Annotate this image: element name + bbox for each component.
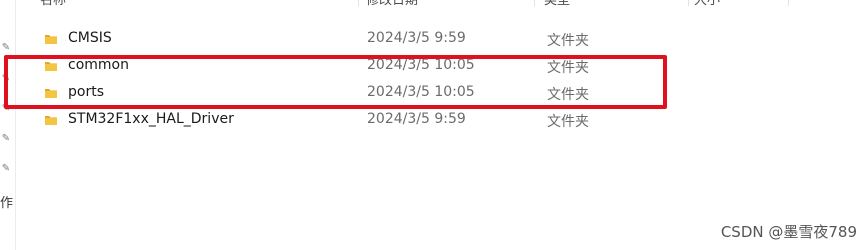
file-row-cmsis[interactable]: CMSIS 2024/3/5 9:59 文件夹 [18, 26, 798, 53]
column-divider[interactable] [688, 0, 689, 6]
folder-icon [45, 116, 57, 125]
file-date-modified: 2024/3/5 9:59 [367, 111, 466, 127]
file-explorer-window: ✎ ✎ ✎ ✎ ✎ 作 名称 修改日期 类型 大小 CMSIS 2024/3/5… [0, 0, 867, 250]
pin-icon[interactable]: ✎ [0, 42, 12, 54]
column-divider[interactable] [788, 0, 789, 6]
annotation-highlight-box [4, 55, 667, 109]
file-date-modified: 2024/3/5 9:59 [367, 30, 466, 46]
column-divider[interactable] [534, 0, 535, 6]
file-type: 文件夹 [547, 114, 589, 130]
folder-icon [45, 35, 57, 44]
column-header-type[interactable]: 类型 [544, 0, 570, 13]
quick-access-strip: ✎ ✎ ✎ ✎ ✎ 作 [0, 0, 16, 250]
file-name: CMSIS [68, 30, 112, 46]
file-name: STM32F1xx_HAL_Driver [68, 111, 234, 127]
watermark-text: CSDN @墨雪夜789 [720, 223, 857, 241]
pin-icon[interactable]: ✎ [0, 163, 12, 175]
column-divider[interactable] [358, 0, 359, 6]
file-type: 文件夹 [547, 33, 589, 49]
nav-item-partial-label[interactable]: 作 [0, 192, 18, 211]
pin-icon[interactable]: ✎ [0, 133, 12, 145]
file-row-stm32f1xx-hal-driver[interactable]: STM32F1xx_HAL_Driver 2024/3/5 9:59 文件夹 [18, 107, 798, 134]
column-header-size[interactable]: 大小 [694, 0, 720, 13]
column-header-date-modified[interactable]: 修改日期 [366, 0, 418, 13]
column-header-row: 名称 修改日期 类型 大小 [18, 0, 798, 13]
column-header-name[interactable]: 名称 [40, 0, 66, 13]
